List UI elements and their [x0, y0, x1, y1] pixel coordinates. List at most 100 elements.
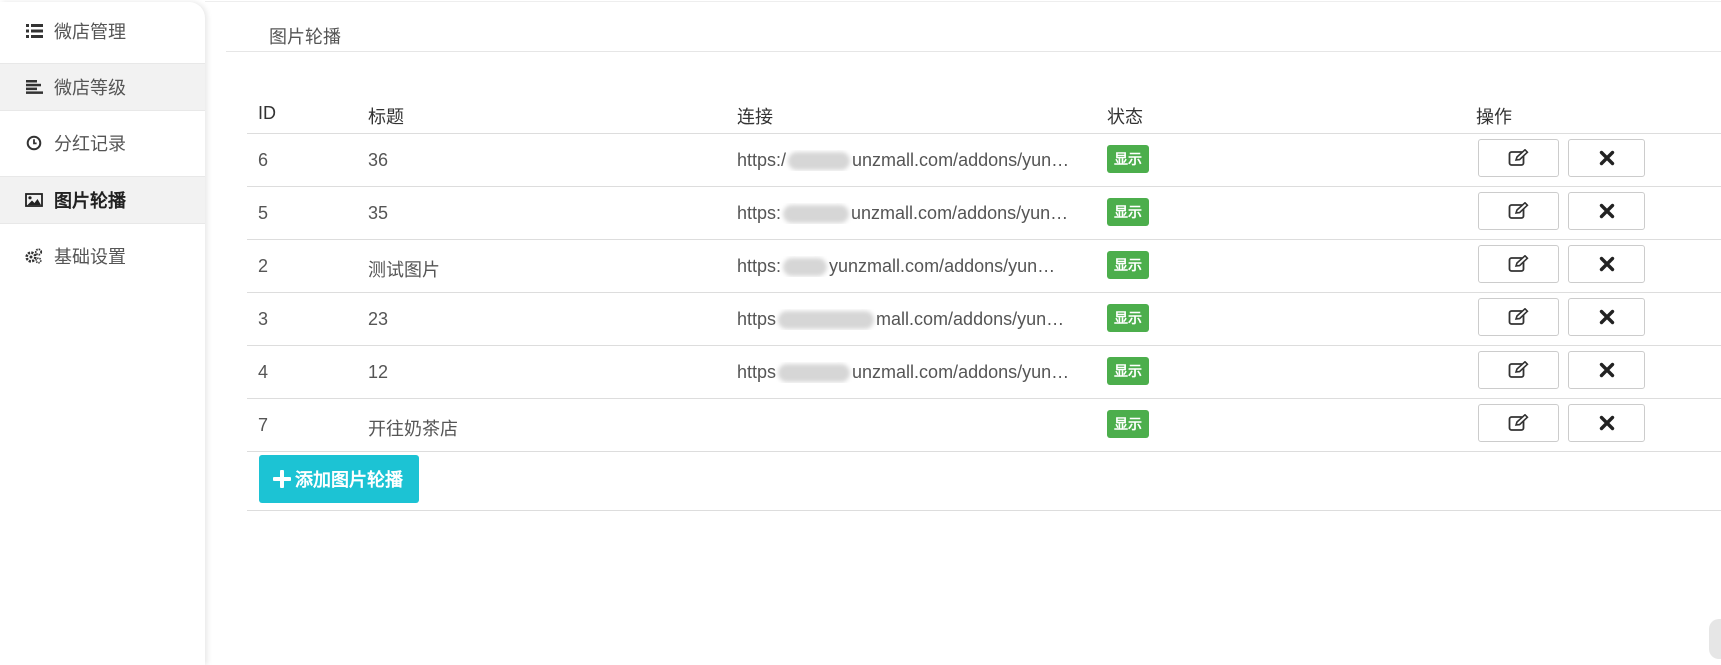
row-link: https:/ unzmall.com/addons/yun…: [737, 150, 1087, 171]
page: 微店管理 微店等级 分红记录 图片轮播 基础设置 图片轮播 ID 标题 连接 状…: [0, 0, 1721, 665]
status-badge-label: 显示: [1107, 145, 1149, 173]
link-suffix: mall.com/addons/yun…: [876, 309, 1065, 329]
delete-button[interactable]: [1568, 298, 1645, 336]
row-link: https: yunzmall.com/addons/yun…: [737, 256, 1087, 277]
clock-icon: [24, 133, 44, 153]
column-header-link: 连接: [737, 107, 773, 127]
edit-icon: [1508, 202, 1529, 219]
row-id: 4: [258, 362, 269, 382]
sidebar-item-label: 分红记录: [54, 134, 126, 154]
status-badge-label: 显示: [1107, 198, 1149, 226]
status-badge-label: 显示: [1107, 251, 1149, 279]
edit-button[interactable]: [1478, 192, 1559, 230]
status-badge-label: 显示: [1107, 357, 1149, 385]
status-badge: 显示: [1107, 304, 1149, 332]
breadcrumb-current: 图片轮播: [269, 27, 341, 47]
sidebar-item-label: 微店等级: [54, 78, 126, 98]
redacted-url-part: [788, 152, 851, 171]
table-row: 4 12 https unzmall.com/addons/yun… 显示: [247, 346, 1721, 399]
scroll-handle[interactable]: [1709, 619, 1721, 659]
link-prefix: https:: [737, 203, 782, 223]
image-icon: [24, 190, 44, 210]
sidebar-item-shop-management[interactable]: 微店管理: [0, 7, 205, 55]
delete-button[interactable]: [1568, 245, 1645, 283]
row-title: 35: [368, 203, 389, 223]
link-prefix: https:: [737, 256, 782, 276]
row-id: 3: [258, 309, 269, 329]
add-carousel-button[interactable]: 添加图片轮播: [259, 455, 419, 503]
row-link: https mall.com/addons/yun…: [737, 309, 1087, 330]
delete-button[interactable]: [1568, 351, 1645, 389]
close-icon: [1599, 256, 1614, 272]
edit-icon: [1508, 414, 1529, 431]
row-link: https unzmall.com/addons/yun…: [737, 362, 1087, 383]
sidebar-item-basic-settings[interactable]: 基础设置: [0, 232, 205, 280]
link-suffix: unzmall.com/addons/yun…: [852, 362, 1070, 382]
sidebar-item-label: 图片轮播: [54, 191, 126, 211]
row-id: 2: [258, 256, 269, 276]
edit-button[interactable]: [1478, 245, 1559, 283]
delete-button[interactable]: [1568, 192, 1645, 230]
link-prefix: https:/: [737, 150, 787, 170]
sidebar-item-dividend-records[interactable]: 分红记录: [0, 119, 205, 167]
table-row: 5 35 https: unzmall.com/addons/yun… 显示: [247, 187, 1721, 240]
list-icon: [24, 21, 44, 41]
close-icon: [1599, 362, 1614, 378]
row-id: 6: [258, 150, 269, 170]
link-prefix: https: [737, 309, 777, 329]
sidebar-item-label: 微店管理: [54, 22, 126, 42]
close-icon: [1599, 150, 1614, 166]
edit-icon: [1508, 149, 1529, 166]
row-title: 23: [368, 309, 389, 329]
sidebar-item-shop-levels[interactable]: 微店等级: [0, 63, 205, 111]
column-header-state: 状态: [1107, 107, 1143, 127]
edit-icon: [1508, 361, 1529, 378]
row-title: 36: [368, 150, 389, 170]
status-badge-label: 显示: [1107, 410, 1149, 438]
row-id: 7: [258, 415, 269, 435]
table-row: 7 开往奶茶店 显示: [247, 399, 1721, 452]
status-badge: 显示: [1107, 145, 1149, 173]
row-title: 12: [368, 362, 389, 382]
edit-icon: [1508, 308, 1529, 325]
add-carousel-label: 添加图片轮播: [295, 470, 403, 490]
row-id: 5: [258, 203, 269, 223]
row-title: 开往奶茶店: [368, 419, 458, 439]
status-badge: 显示: [1107, 198, 1149, 226]
edit-button[interactable]: [1478, 139, 1559, 177]
table-row: 3 23 https mall.com/addons/yun… 显示: [247, 293, 1721, 346]
align-left-icon: [24, 77, 44, 97]
link-suffix: unzmall.com/addons/yun…: [851, 203, 1069, 223]
edit-button[interactable]: [1478, 404, 1559, 442]
sidebar: 微店管理 微店等级 分红记录 图片轮播 基础设置: [0, 2, 205, 665]
row-title: 测试图片: [368, 260, 440, 280]
table-row: 6 36 https:/ unzmall.com/addons/yun… 显示: [247, 134, 1721, 187]
edit-button[interactable]: [1478, 298, 1559, 336]
redacted-url-part: [778, 311, 875, 330]
status-badge: 显示: [1107, 357, 1149, 385]
status-badge: 显示: [1107, 410, 1149, 438]
column-header-actions: 操作: [1476, 107, 1512, 127]
status-badge: 显示: [1107, 251, 1149, 279]
table-row: 2 测试图片 https: yunzmall.com/addons/yun… 显示: [247, 240, 1721, 293]
sidebar-item-image-carousel[interactable]: 图片轮播: [0, 176, 205, 224]
sidebar-item-label: 基础设置: [54, 247, 126, 267]
column-header-id: ID: [258, 103, 276, 123]
table-footer: 添加图片轮播: [247, 449, 1721, 511]
redacted-url-part: [783, 258, 828, 277]
row-link: https: unzmall.com/addons/yun…: [737, 203, 1087, 224]
table-header-row: ID 标题 连接 状态 操作: [247, 90, 1721, 134]
redacted-url-part: [778, 364, 851, 383]
redacted-url-part: [783, 205, 850, 224]
status-badge-label: 显示: [1107, 304, 1149, 332]
link-prefix: https: [737, 362, 777, 382]
breadcrumb: 图片轮播: [226, 2, 1721, 52]
column-header-title: 标题: [368, 107, 404, 127]
delete-button[interactable]: [1568, 139, 1645, 177]
edit-icon: [1508, 255, 1529, 272]
edit-button[interactable]: [1478, 351, 1559, 389]
close-icon: [1599, 415, 1614, 431]
delete-button[interactable]: [1568, 404, 1645, 442]
plus-icon: [273, 470, 291, 488]
gears-icon: [24, 246, 44, 266]
